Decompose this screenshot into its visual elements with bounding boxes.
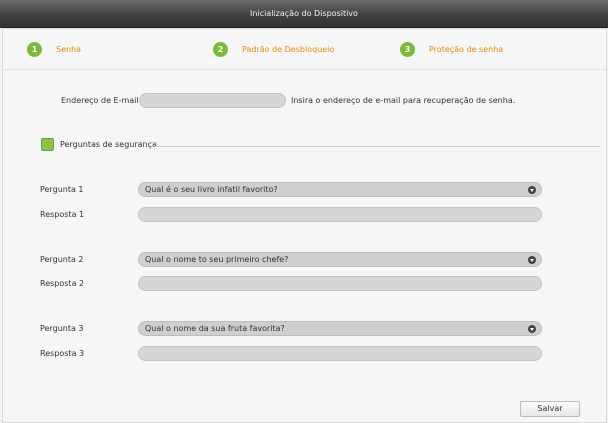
question-1-select[interactable]: Qual é o seu livro infatil favorito?: [138, 182, 542, 197]
question-2-label: Pergunta 2: [40, 255, 84, 264]
step-password[interactable]: 1 Senha: [27, 41, 81, 57]
chevron-down-icon[interactable]: [528, 256, 536, 264]
email-label: Endereço de E-mail: [61, 96, 139, 105]
question-1-value: Qual é o seu livro infatil favorito?: [145, 185, 278, 194]
question-3-select[interactable]: Qual o nome da sua fruta favorita?: [138, 321, 542, 336]
chevron-down-icon[interactable]: [528, 325, 536, 333]
answer-3-input[interactable]: [138, 346, 542, 361]
answer-2-input[interactable]: [138, 276, 542, 291]
window-title: Inicialização do Dispositivo: [0, 0, 608, 28]
step-3-badge: 3: [400, 41, 415, 57]
section-divider: [155, 146, 600, 147]
email-input[interactable]: [139, 93, 286, 108]
step-password-protection[interactable]: 3 Proteção de senha: [400, 41, 503, 57]
answer-1-label: Resposta 1: [40, 210, 85, 219]
step-2-badge: 2: [213, 41, 228, 57]
email-hint: Insira o endereço de e-mail para recuper…: [291, 96, 516, 105]
question-2-value: Qual o nome to seu primeiro chefe?: [145, 255, 289, 264]
save-button[interactable]: Salvar: [520, 401, 580, 417]
step-2-label: Padrão de Desbloqueio: [242, 44, 335, 54]
step-3-label: Proteção de senha: [429, 44, 504, 54]
question-3-label: Pergunta 3: [40, 324, 84, 333]
step-1-label: Senha: [56, 44, 82, 54]
step-unlock-pattern[interactable]: 2 Padrão de Desbloqueio: [213, 41, 334, 57]
question-2-select[interactable]: Qual o nome to seu primeiro chefe?: [138, 252, 542, 267]
question-1-label: Pergunta 1: [40, 185, 84, 194]
answer-1-input[interactable]: [138, 207, 542, 222]
wizard-steps: 1 Senha 2 Padrão de Desbloqueio 3 Proteç…: [3, 29, 606, 70]
security-questions-label: Perguntas de segurança: [60, 140, 157, 149]
question-3-value: Qual o nome da sua fruta favorita?: [145, 324, 285, 333]
answer-3-label: Resposta 3: [40, 349, 85, 358]
step-1-badge: 1: [27, 41, 42, 57]
chevron-down-icon[interactable]: [528, 186, 536, 194]
answer-2-label: Resposta 2: [40, 279, 85, 288]
security-questions-checkbox[interactable]: [41, 138, 54, 151]
setup-panel: 1 Senha 2 Padrão de Desbloqueio 3 Proteç…: [2, 28, 607, 423]
